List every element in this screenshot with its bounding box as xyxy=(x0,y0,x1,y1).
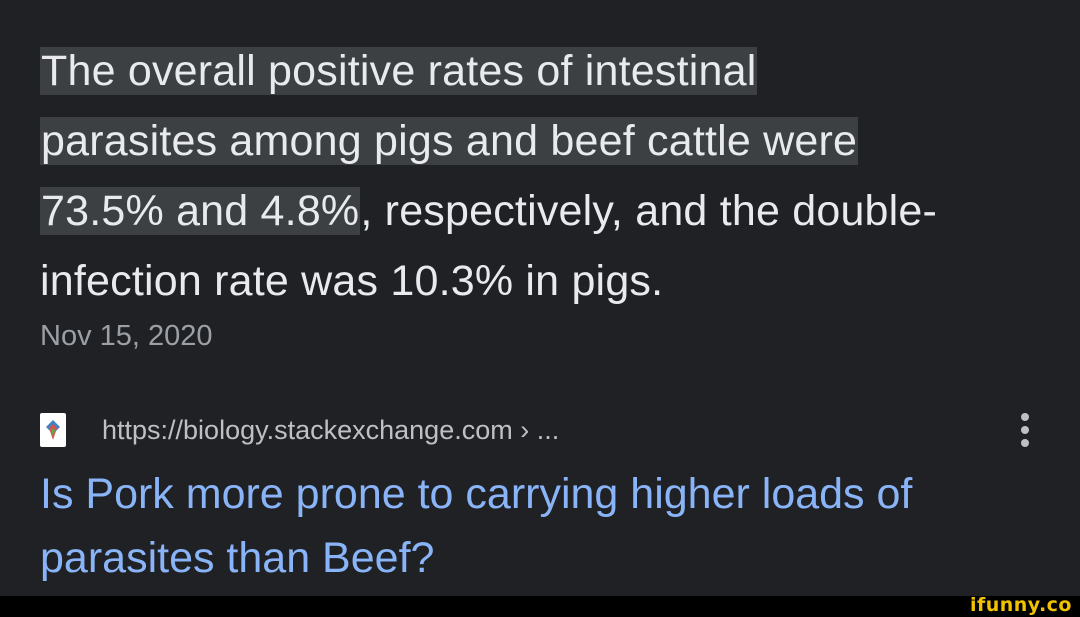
snippet-highlight-line-3: 73.5% and 4.8% xyxy=(40,187,361,235)
ifunny-watermark: ifunny.co xyxy=(969,594,1072,616)
more-vert-icon[interactable] xyxy=(1010,410,1040,450)
watermark-bar xyxy=(0,596,1080,617)
more-dot xyxy=(1021,426,1029,434)
more-dot xyxy=(1021,413,1029,421)
more-dot xyxy=(1021,439,1029,447)
featured-snippet-text: The overall positive rates of intestinal… xyxy=(40,36,1050,316)
snippet-highlight-line-1: The overall positive rates of intestinal xyxy=(40,47,758,95)
snippet-highlight-line-2: parasites among pigs and beef cattle wer… xyxy=(40,117,859,165)
result-title-link[interactable]: Is Pork more prone to carrying higher lo… xyxy=(40,462,1040,590)
snippet-date: Nov 15, 2020 xyxy=(40,320,213,352)
stackexchange-icon xyxy=(40,413,66,447)
source-url[interactable]: https://biology.stackexchange.com › ... xyxy=(102,415,559,446)
source-row: https://biology.stackexchange.com › ... xyxy=(40,410,1040,450)
